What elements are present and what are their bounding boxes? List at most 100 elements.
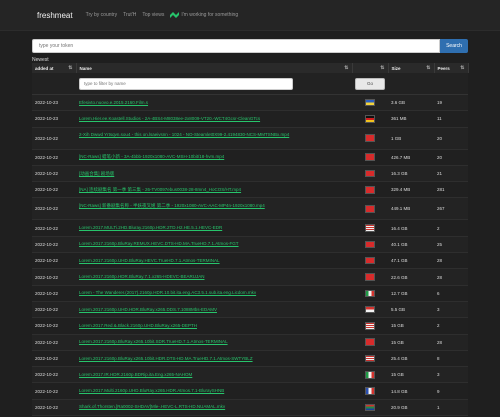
torrent-link[interactable]: [NC-Raws] 蜡笔小新 - 3A-4bbb-1920x1080-AVC-M… (79, 154, 349, 160)
col-header-flag[interactable]: ⇅ (352, 63, 389, 73)
torrent-link[interactable]: Lorem - The Wanderer.(2017).2160p.HDR.10… (79, 290, 349, 296)
col-header-added-label: added at (35, 65, 54, 71)
row-flag-cell (352, 334, 388, 351)
torrent-link[interactable]: [动画合集] 剧场版 (79, 171, 349, 177)
col-header-size[interactable]: Size ⇅ (388, 63, 435, 73)
nav-link-truth[interactable]: Trut'H (123, 12, 136, 18)
torrent-link[interactable]: 2-Xih Dwwd Yrtsqvn.sou4 - this on.lsaeiv… (79, 132, 349, 144)
country-flag-icon (365, 305, 375, 314)
torrent-link[interactable]: Lorem.2017.2160p.UHD.BluRay.HEVC.TrueHD.… (79, 258, 349, 264)
row-peers: 28 (434, 252, 468, 270)
row-flag-cell (352, 268, 388, 286)
search-input[interactable] (32, 38, 440, 53)
torrent-link[interactable]: Lorem.2017.Red.&.Black.2160p.UHD.BluRay.… (79, 323, 349, 329)
row-date: 2022-10-22 (32, 268, 76, 286)
nav-link-working[interactable]: I'm working for something (170, 12, 238, 18)
torrent-link[interactable]: [NC-Raws] 新番剧集名称 - 半妖夜叉姬 第二季 - 1920x1080… (79, 203, 349, 215)
table-row[interactable]: 2022-10-22 Lorem.2017.MULTi.2HD.Bluray.21… (32, 219, 468, 237)
row-size: 15 GB (388, 334, 434, 351)
row-name-cell: Efesivto.nuovo.e.2015.2160.Film.s (76, 94, 352, 112)
row-name-cell: Lorem.2017.2160p.HDR.BluRay.7.1.x265-HDE… (76, 268, 352, 286)
torrent-link[interactable]: Lorem.2017.2160p.BluRay.REMUX.HEVC.DTS-H… (79, 241, 349, 247)
search-button[interactable]: Search (440, 38, 468, 53)
table-row[interactable]: 2022-10-23 Efesivto.nuovo.e.2015.2160.Fil… (32, 94, 468, 112)
torrent-link[interactable]: Efesivto.nuovo.e.2015.2160.Film.s (79, 100, 349, 106)
table-row[interactable]: 2022-10-22 Lorem.2017.Red.&.Black.2160p.U… (32, 317, 468, 335)
col-header-added[interactable]: added at ⇅ (32, 63, 77, 73)
torrent-link[interactable]: Lorem.Hier.ee.Koastell.Studios - 2A-4BS4… (79, 116, 349, 122)
name-filter-input[interactable] (79, 77, 293, 90)
torrent-link[interactable]: [NA] 连续剧集名 第一季 第三集 - 26-TV0097ebus0038-2… (79, 187, 349, 193)
row-peers: 8 (434, 350, 468, 368)
table-row[interactable]: 2022-10-23 Lorem.Hier.ee.Koastell.Studios… (32, 110, 468, 128)
row-peers: 20 (434, 149, 468, 166)
brand-logo-text[interactable]: freshmeat (37, 11, 73, 20)
row-name-cell: [NC-Raws] 蜡笔小新 - 3A-4bbb-1920x1080-AVC-M… (76, 149, 352, 166)
row-flag-cell (352, 181, 388, 199)
table-row[interactable]: 2022-10-22 Lorem.2017.2160p.BluRay.x265.1… (32, 334, 468, 351)
table-row[interactable]: 2022-10-22 Lorem.2017.IR.HDR.2160p.BDRip.… (32, 366, 468, 384)
table-row[interactable]: 2022-10-22 Lorem.2017.2160p.BluRay.x265.1… (32, 350, 468, 368)
country-flag-icon (365, 289, 375, 298)
row-size: 361 MB (388, 110, 434, 128)
row-size: 40.1 GB (388, 236, 434, 254)
col-header-peers[interactable]: Peers ⇅ (434, 63, 469, 73)
row-name-cell: 2-Xih Dwwd Yrtsqvn.sou4 - this on.lsaeiv… (76, 127, 352, 150)
country-flag-icon (365, 98, 375, 107)
table-row[interactable]: 2022-10-22 Lorem.2017.Multi.2160p.UHD.Blu… (32, 382, 468, 400)
row-peers: 19 (434, 94, 468, 112)
row-size: 16.3 GB (388, 165, 434, 183)
torrent-link[interactable]: Lorem.2017.MULTi.2HD.Bluray.2160p.HDR.2T… (79, 225, 349, 231)
country-flag-icon (365, 273, 375, 281)
table-row[interactable]: 2022-10-22 Lorem - The Wanderer.(2017).21… (32, 285, 468, 302)
torrent-link[interactable]: Lorem.2017.2160p.BluRay.x265.10bit.HDR.D… (79, 356, 349, 362)
row-peers: 3 (434, 301, 468, 319)
row-name-cell: Shark.of.Thorsten.[Ra0002-SHDAV]Mle-.HEV… (76, 399, 352, 417)
row-date: 2022-10-22 (32, 127, 76, 150)
row-date: 2022-10-22 (32, 382, 76, 400)
row-name-cell: Lorem.2017.2160p.UHD.BluRay.HEVC.TrueHD.… (76, 252, 352, 270)
sort-icon: ⇅ (68, 65, 73, 71)
row-name-cell: Lorem.2017.Red.&.Black.2160p.UHD.BluRay.… (76, 317, 352, 335)
torrent-link[interactable]: Lorem.2017.IR.HDR.2160p.BDRip.ita.Eng.x2… (79, 372, 349, 378)
row-size: 20.9 GB (388, 399, 434, 417)
filter-row: Go (32, 73, 468, 95)
torrent-link[interactable]: Shark.of.Thorsten.[Ra0002-SHDAV]Mle-.HEV… (79, 404, 349, 410)
nav-link-country[interactable]: Try by country (86, 12, 118, 18)
torrent-link[interactable]: Lorem.2017.2160p.UHD.HDR.BluRay.x265.DDS… (79, 307, 349, 313)
row-flag-cell (352, 317, 388, 335)
table-row[interactable]: 2022-10-22 2-Xih Dwwd Yrtsqvn.sou4 - this… (32, 127, 468, 150)
row-flag-cell (352, 399, 388, 417)
row-name-cell: Lorem.2017.2160p.BluRay.REMUX.HEVC.DTS-H… (76, 236, 352, 254)
filter-go-button[interactable]: Go (355, 77, 385, 90)
row-date: 2022-10-22 (32, 236, 76, 254)
row-flag-cell (352, 236, 388, 254)
search-bar: Search (0, 31, 500, 53)
table-row[interactable]: 2022-10-22 [NA] 连续剧集名 第一季 第三集 - 26-TV0097… (32, 181, 468, 199)
table-row[interactable]: 2022-10-22 [NC-Raws] 蜡笔小新 - 3A-4bbb-1920x… (32, 149, 468, 166)
country-flag-icon (365, 256, 375, 265)
row-name-cell: Lorem.2017.2160p.BluRay.x265.10bit.HDR.D… (76, 350, 352, 368)
table-row[interactable]: 2022-10-22 Lorem.2017.2160p.BluRay.REMUX.… (32, 236, 468, 254)
row-size: 15 GB (388, 366, 434, 384)
country-flag-icon (365, 186, 375, 194)
table-row[interactable]: 2022-10-22 Lorem.2017.2160p.UHD.HDR.BluRa… (32, 301, 468, 319)
torrent-link[interactable]: Lorem.2017.2160p.HDR.BluRay.7.1.x265-HDE… (79, 274, 349, 280)
row-date: 2022-10-22 (32, 301, 76, 319)
nav-link-top-views[interactable]: Top views (142, 12, 164, 18)
table-row[interactable]: 2022-10-22 [动画合集] 剧场版 16.3 GB 21 (32, 165, 468, 183)
row-size: 15 GB (388, 317, 434, 335)
row-peers: 267 (434, 197, 468, 221)
row-flag-cell (352, 127, 388, 150)
table-row[interactable]: 2022-10-22 Shark.of.Thorsten.[Ra0002-SHDA… (32, 399, 468, 417)
torrent-link[interactable]: Lorem.2017.Multi.2160p.UHD.BluRay.x265.H… (79, 388, 349, 394)
row-name-cell: [NC-Raws] 新番剧集名称 - 半妖夜叉姬 第二季 - 1920x1080… (76, 197, 352, 221)
table-row[interactable]: 2022-10-22 [NC-Raws] 新番剧集名称 - 半妖夜叉姬 第二季 -… (32, 197, 468, 221)
table-row[interactable]: 2022-10-22 Lorem.2017.2160p.HDR.BluRay.7.… (32, 268, 468, 286)
row-peers: 281 (434, 181, 468, 199)
table-row[interactable]: 2022-10-22 Lorem.2017.2160p.UHD.BluRay.HE… (32, 252, 468, 270)
col-header-name[interactable]: Name ⇅ (76, 63, 353, 73)
torrent-link[interactable]: Lorem.2017.2160p.BluRay.x265.10bit.SDR.T… (79, 339, 349, 345)
col-header-name-label: Name (79, 65, 92, 71)
row-peers: 2 (434, 219, 468, 237)
